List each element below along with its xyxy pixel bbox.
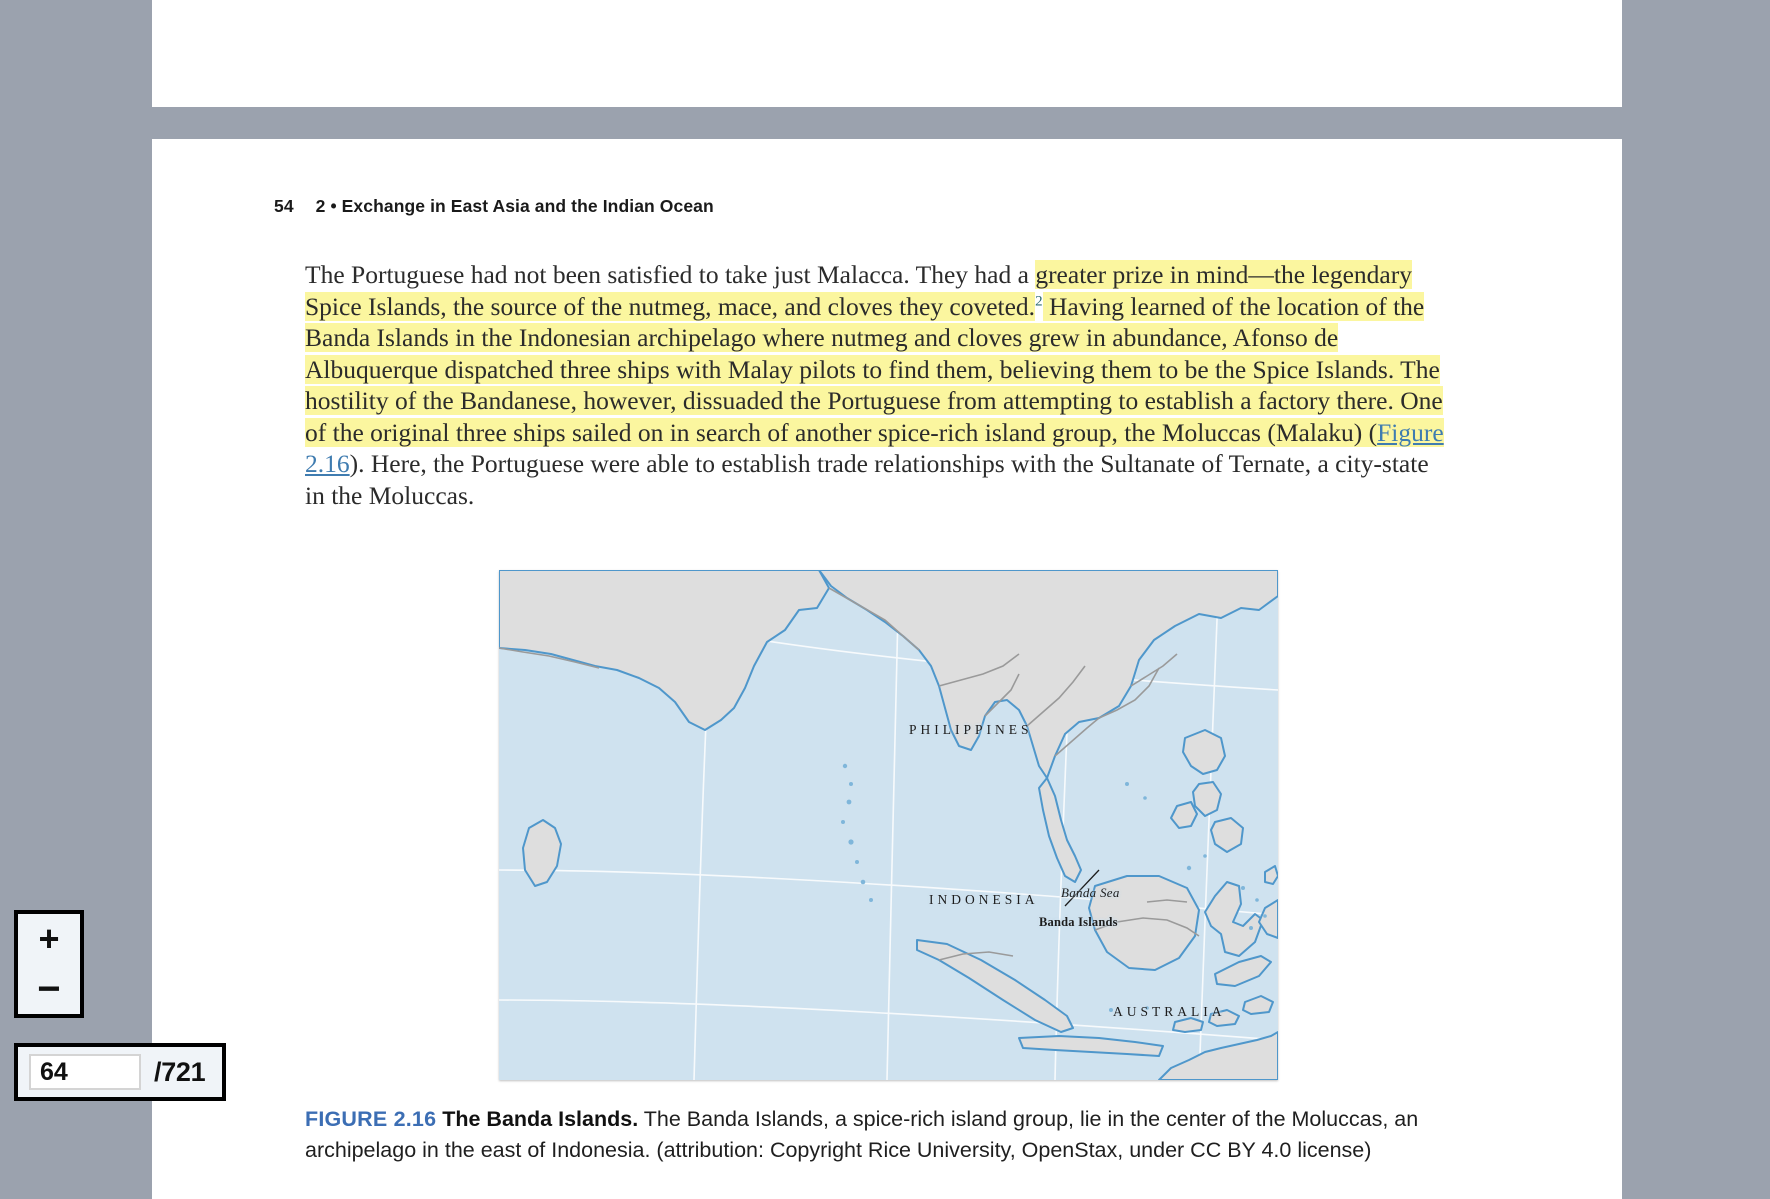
paragraph-text: The Portuguese had not been satisfied to… bbox=[305, 259, 1445, 511]
page-folio-number: 54 bbox=[274, 196, 294, 216]
figure-link-number: 2.16 bbox=[305, 449, 350, 478]
zoom-out-button[interactable]: − bbox=[18, 964, 80, 1014]
figure-link-word: Figure bbox=[1377, 417, 1444, 447]
zoom-in-button[interactable]: + bbox=[18, 914, 80, 964]
pdf-page-previous bbox=[152, 0, 1622, 107]
page-number-input[interactable] bbox=[29, 1054, 141, 1090]
pdf-page-current: 54 2 • Exchange in East Asia and the Ind… bbox=[152, 139, 1622, 1199]
map-label-australia: AUSTRALIA bbox=[1113, 1004, 1226, 1019]
map-label-philippines: PHILIPPINES bbox=[909, 722, 1033, 737]
body-paragraph: The Portuguese had not been satisfied to… bbox=[305, 259, 1445, 511]
map-label-indonesia: INDONESIA bbox=[929, 892, 1039, 907]
figure-2-16: PHILIPPINES INDONESIA Banda Sea Banda Is… bbox=[499, 570, 1278, 1080]
pdf-viewer: 54 2 • Exchange in East Asia and the Ind… bbox=[0, 0, 1770, 1199]
map-label-banda-sea: Banda Sea bbox=[1061, 885, 1120, 900]
running-head: 54 2 • Exchange in East Asia and the Ind… bbox=[274, 196, 714, 217]
caption-figure-title: The Banda Islands. bbox=[442, 1107, 639, 1131]
zoom-control: + − bbox=[14, 910, 84, 1018]
page-total-label: /721 bbox=[154, 1056, 206, 1087]
footnote-reference[interactable]: 2 bbox=[1035, 293, 1043, 309]
text-segment-plain-2: ). Here, the Portuguese were able to est… bbox=[305, 449, 1429, 510]
map-label-banda-islands: Banda Islands bbox=[1039, 915, 1118, 929]
caption-figure-number: FIGURE 2.16 bbox=[305, 1107, 437, 1131]
figure-caption: FIGURE 2.16 The Banda Islands. The Banda… bbox=[305, 1104, 1455, 1166]
text-segment-plain-1: The Portuguese had not been satisfied to… bbox=[305, 260, 1036, 289]
map-image: PHILIPPINES INDONESIA Banda Sea Banda Is… bbox=[499, 570, 1278, 1080]
chapter-title: 2 • Exchange in East Asia and the Indian… bbox=[315, 196, 714, 216]
page-indicator: /721 bbox=[14, 1043, 226, 1101]
